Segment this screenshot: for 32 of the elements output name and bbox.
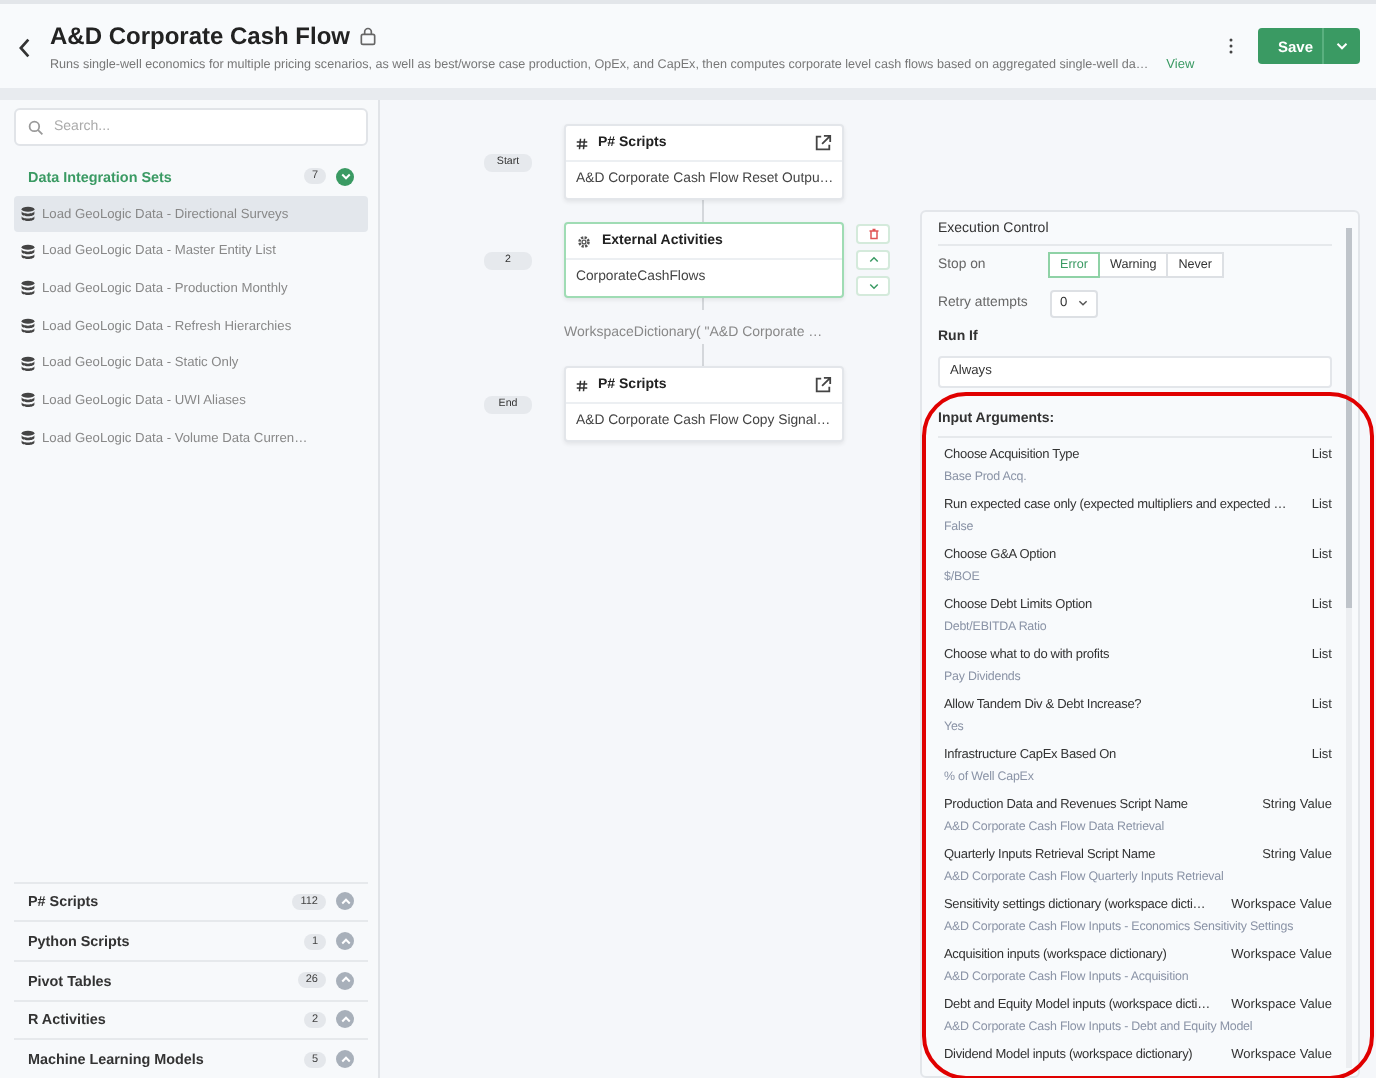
search-icon	[28, 119, 44, 135]
page-title: A&D Corporate Cash Flow	[50, 21, 351, 49]
caret-icon	[1336, 42, 1348, 50]
chevron-icon[interactable]	[336, 167, 354, 186]
database-icon	[20, 392, 36, 409]
chevron-icon[interactable]	[336, 892, 354, 911]
database-icon	[20, 280, 36, 297]
chevron-icon[interactable]	[336, 1010, 354, 1029]
chevron-icon[interactable]	[336, 932, 354, 951]
lock-icon	[358, 25, 379, 45]
hash-icon	[576, 379, 588, 391]
database-icon	[20, 355, 36, 372]
delete-button[interactable]	[856, 224, 890, 244]
caret-icon	[1077, 300, 1088, 306]
save-options-button[interactable]	[1322, 28, 1360, 64]
chevron-icon[interactable]	[336, 1050, 354, 1069]
chevron-icon[interactable]	[336, 971, 354, 990]
move-down-button[interactable]	[856, 276, 890, 296]
external-link-icon[interactable]	[814, 134, 832, 152]
move-up-button[interactable]	[856, 250, 890, 270]
gear-icon	[576, 233, 592, 249]
database-icon	[20, 430, 36, 447]
chevron-down-icon	[867, 280, 879, 292]
chevron-up-icon	[867, 254, 879, 266]
hash-icon	[576, 137, 588, 149]
more-icon[interactable]	[1228, 36, 1234, 56]
external-link-icon[interactable]	[814, 376, 832, 394]
database-icon	[20, 206, 36, 223]
database-icon	[20, 243, 36, 260]
database-icon	[20, 318, 36, 335]
back-icon[interactable]	[18, 38, 32, 58]
trash-icon	[867, 228, 879, 240]
